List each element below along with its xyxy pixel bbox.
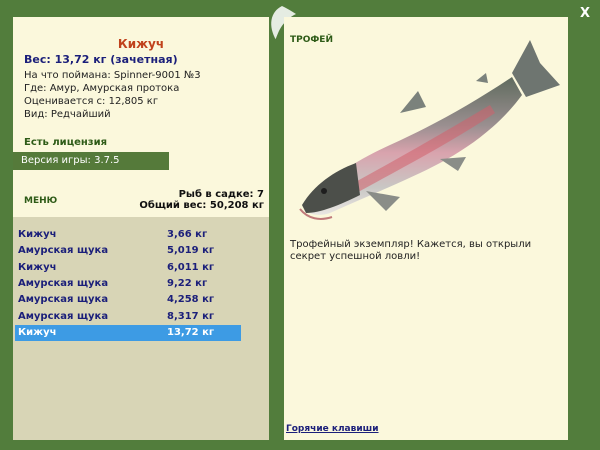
hotkeys-link[interactable]: Горячие клавиши: [286, 424, 379, 434]
list-item-name: Кижуч: [18, 327, 57, 338]
list-item-name: Амурская щука: [18, 278, 109, 289]
species-info: Вид: Редчайший: [24, 109, 111, 120]
list-item[interactable]: Амурская щука 9,22 кг: [15, 276, 241, 292]
list-item[interactable]: Амурская щука 4,258 кг: [15, 292, 241, 308]
cage-total-weight: Общий вес: 50,208 кг: [139, 200, 264, 211]
list-item-weight: 5,019 кг: [167, 245, 215, 256]
weight-line: Вес: 13,72 кг (зачетная): [24, 53, 178, 66]
list-item-name: Амурская щука: [18, 294, 109, 305]
rating-info: Оценивается с: 12,805 кг: [24, 96, 159, 107]
trophy-message: Трофейный экземпляр! Кажется, вы открыли…: [290, 239, 532, 262]
list-item[interactable]: Амурская щука 8,317 кг: [15, 309, 241, 325]
list-item-selected[interactable]: Кижуч 13,72 кг: [15, 325, 241, 341]
list-item-weight: 13,72 кг: [167, 327, 215, 338]
salmon-fish-image: [299, 40, 560, 220]
license-status: Есть лицензия: [24, 137, 108, 148]
list-item[interactable]: Кижуч 6,011 кг: [15, 260, 241, 276]
list-item-weight: 8,317 кг: [167, 311, 215, 322]
list-item-name: Амурская щука: [18, 245, 109, 256]
list-item-name: Амурская щука: [18, 311, 109, 322]
fish-title: Кижуч: [117, 37, 165, 51]
cage-summary: Рыб в садке: 7 Общий вес: 50,208 кг: [139, 189, 264, 211]
cage-count: Рыб в садке: 7: [178, 189, 264, 200]
menu-button[interactable]: МЕНЮ: [24, 196, 57, 206]
list-item-weight: 9,22 кг: [167, 278, 208, 289]
list-item-weight: 3,66 кг: [167, 229, 208, 240]
version-bar: Версия игры: 3.7.5: [13, 152, 169, 170]
list-item-name: Кижуч: [18, 229, 57, 240]
list-item-name: Кижуч: [18, 262, 57, 273]
location-info: Где: Амур, Амурская протока: [24, 83, 180, 94]
list-item-weight: 4,258 кг: [167, 294, 215, 305]
close-button[interactable]: X: [577, 6, 593, 22]
list-item[interactable]: Амурская щука 5,019 кг: [15, 243, 241, 259]
list-item-weight: 6,011 кг: [167, 262, 215, 273]
bait-info: На что поймана: Spinner-9001 №3: [24, 70, 201, 81]
list-item[interactable]: Кижуч 3,66 кг: [15, 227, 241, 243]
